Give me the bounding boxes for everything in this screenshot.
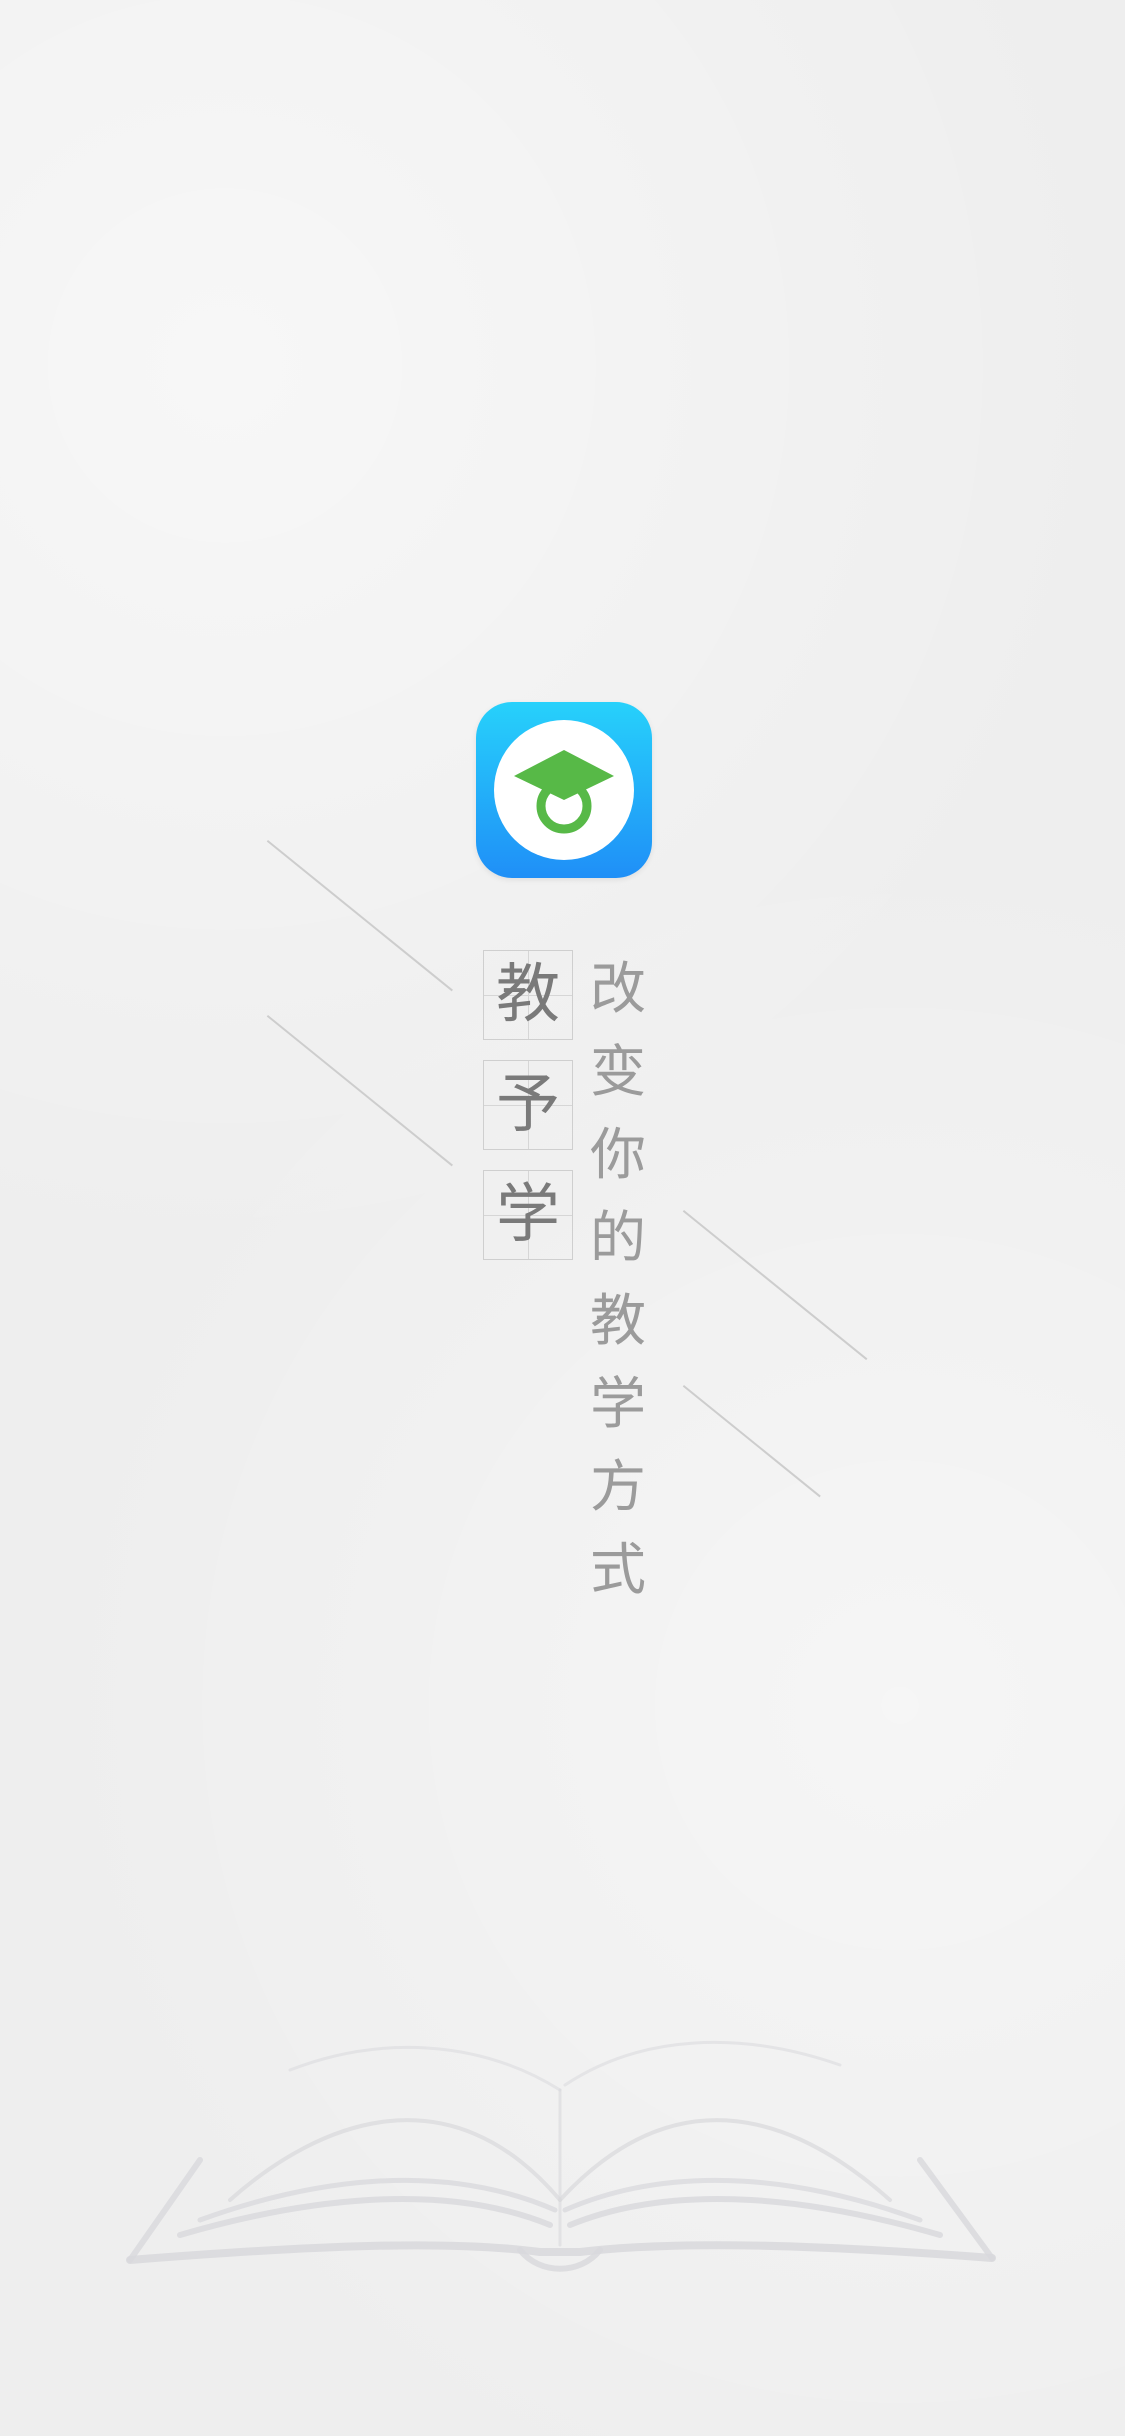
slogan-char: 教 (590, 1289, 646, 1354)
brand-char-box: 学 (483, 1170, 573, 1260)
slogan-char: 的 (590, 1206, 646, 1271)
brand-char-box: 教 (483, 950, 573, 1040)
slogan-char: 式 (590, 1538, 646, 1603)
brand-char: 教 (496, 958, 560, 1032)
slogan: 改 变 你 的 教 学 方 式 (588, 948, 648, 1612)
slogan-char: 变 (590, 1040, 646, 1105)
slogan-char: 你 (590, 1123, 646, 1188)
brand-char: 予 (496, 1068, 560, 1142)
brand-char: 学 (496, 1178, 560, 1252)
slogan-char: 方 (590, 1455, 646, 1520)
slogan-char: 改 (590, 957, 646, 1022)
brand-char-box: 予 (483, 1060, 573, 1150)
open-book-icon (126, 2040, 996, 2272)
brand-name: 教 予 学 (483, 950, 575, 1280)
slogan-char: 学 (590, 1372, 646, 1437)
graduation-cap-icon (494, 720, 634, 860)
app-logo-icon (476, 702, 652, 878)
